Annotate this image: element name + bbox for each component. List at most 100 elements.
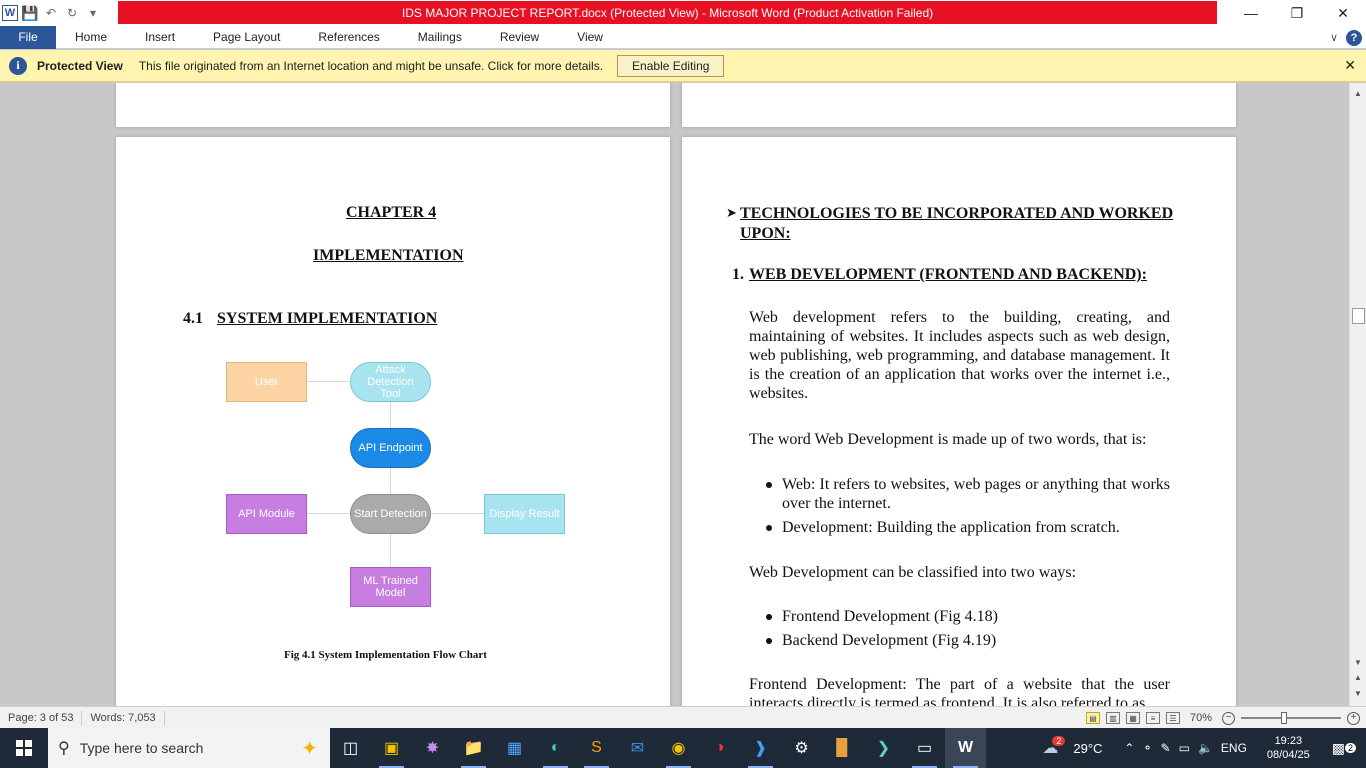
list-item: Development: Building the application fr…: [766, 518, 1170, 537]
search-icon: ⚲: [58, 740, 70, 757]
zoom-out-icon[interactable]: −: [1222, 711, 1235, 725]
document-area: CHAPTER 4 IMPLEMENTATION 4.1 SYSTEM IMPL…: [0, 83, 1349, 706]
tab-insert[interactable]: Insert: [126, 26, 194, 49]
protected-view-message[interactable]: This file originated from an Internet lo…: [139, 59, 603, 73]
protected-view-bar: i Protected View This file originated fr…: [0, 50, 1366, 82]
flow-start-detection-box: Start Detection: [350, 494, 431, 534]
tab-view[interactable]: View: [558, 26, 622, 49]
task-view-icon[interactable]: ◫: [330, 728, 371, 768]
previous-page-icon[interactable]: ▲: [1354, 673, 1362, 682]
flow-ml-model-box: ML Trained Model: [350, 567, 431, 607]
page-count[interactable]: Page: 3 of 53: [0, 710, 83, 725]
undo-icon[interactable]: ↶: [42, 4, 60, 22]
minimize-button[interactable]: —: [1228, 0, 1274, 26]
customize-qat-icon[interactable]: ▾: [84, 4, 102, 22]
edge-icon[interactable]: ◐: [535, 728, 576, 768]
pen-icon[interactable]: ✎: [1161, 741, 1171, 755]
previous-page-right: [682, 83, 1236, 127]
weather-temp[interactable]: 29°C: [1073, 741, 1102, 756]
technologies-heading: TECHNOLOGIES TO BE INCORPORATED AND WORK…: [740, 205, 1174, 242]
close-button[interactable]: ✕: [1320, 0, 1366, 26]
paragraph-1: Web development refers to the building, …: [749, 309, 1170, 402]
copilot-sparkle-icon: ✦: [301, 738, 318, 760]
connector: [306, 381, 350, 382]
draft-icon[interactable]: ☰: [1165, 712, 1180, 724]
clock-time: 19:23: [1274, 735, 1303, 747]
scroll-up-icon[interactable]: ▲: [1354, 89, 1362, 98]
previous-page-left: [116, 83, 670, 127]
zoom-level[interactable]: 70%: [1190, 712, 1212, 724]
list-item: Frontend Development (Fig 4.18): [766, 607, 1170, 626]
figure-caption: Fig 4.1 System Implementation Flow Chart: [284, 649, 487, 661]
enable-editing-button[interactable]: Enable Editing: [617, 54, 725, 77]
vertical-scrollbar[interactable]: ▲ ▼ ▲ ▼: [1349, 83, 1366, 706]
tab-mailings[interactable]: Mailings: [399, 26, 481, 49]
copilot-app-icon[interactable]: ✸: [412, 728, 453, 768]
zoom-in-icon[interactable]: +: [1347, 711, 1360, 725]
protected-view-label: Protected View: [37, 58, 123, 73]
status-bar: Page: 3 of 53 Words: 7,053 ▤ ▥ ▦ ≡ ☰ 70%…: [0, 706, 1366, 728]
connector: [390, 467, 391, 494]
taskbar-search[interactable]: ⚲ Type here to search ✦: [48, 728, 330, 768]
windows-start-button[interactable]: [0, 728, 48, 768]
outlook-icon[interactable]: ✉: [617, 728, 658, 768]
paragraph-2: The word Web Development is made up of t…: [749, 431, 1147, 448]
window-title: IDS MAJOR PROJECT REPORT.docx (Protected…: [118, 1, 1217, 24]
web-dev-heading: WEB DEVELOPMENT (FRONTEND AND BACKEND):: [749, 266, 1147, 283]
save-icon[interactable]: 💾: [21, 4, 39, 22]
file-explorer-icon[interactable]: 📁: [453, 728, 494, 768]
print-layout-icon[interactable]: ▥: [1105, 712, 1120, 724]
redo-icon[interactable]: ↻: [63, 4, 81, 22]
tab-home[interactable]: Home: [56, 26, 126, 49]
word-app-icon[interactable]: W: [2, 5, 18, 21]
connector: [390, 402, 391, 429]
network-app-icon[interactable]: ▣: [371, 728, 412, 768]
bullet-list-2: Frontend Development (Fig 4.18) Backend …: [766, 607, 1170, 655]
store-icon[interactable]: ▦: [494, 728, 535, 768]
next-page-icon[interactable]: ▼: [1354, 689, 1362, 698]
close-icon[interactable]: ✕: [1344, 57, 1356, 74]
tab-review[interactable]: Review: [481, 26, 558, 49]
clock[interactable]: 19:23 08/04/25: [1267, 734, 1310, 762]
meet-icon[interactable]: ⚬: [1142, 741, 1152, 755]
app-bars-icon[interactable]: ▉: [822, 728, 863, 768]
word-taskbar-icon[interactable]: W: [945, 728, 986, 768]
powershell-icon[interactable]: ❯: [863, 728, 904, 768]
connector: [390, 534, 391, 567]
vscode-icon[interactable]: ❱: [740, 728, 781, 768]
chevron-up-icon[interactable]: ⌃: [1124, 741, 1134, 755]
settings-gear-icon[interactable]: ⚙: [781, 728, 822, 768]
sub-number: 1.: [732, 266, 744, 283]
paragraph-4: Frontend Development: The part of a webs…: [749, 676, 1170, 706]
read-mode-icon[interactable]: ▤: [1085, 712, 1100, 724]
web-layout-icon[interactable]: ▦: [1125, 712, 1140, 724]
tab-file[interactable]: File: [0, 25, 56, 49]
volume-icon[interactable]: 🔈: [1198, 741, 1213, 755]
notification-count: 2: [1344, 743, 1356, 753]
connector: [306, 513, 350, 514]
expand-ribbon-icon[interactable]: ∨: [1330, 31, 1338, 44]
sublime-icon[interactable]: S: [576, 728, 617, 768]
word-count[interactable]: Words: 7,053: [82, 710, 165, 725]
info-icon: i: [9, 56, 27, 75]
ribbon-tabs: File Home Insert Page Layout References …: [0, 25, 1366, 49]
cloud-drive-icon[interactable]: ◑: [699, 728, 740, 768]
help-icon[interactable]: ?: [1346, 29, 1362, 46]
terminal-icon[interactable]: ▭: [904, 728, 945, 768]
zoom-slider-knob[interactable]: [1281, 712, 1287, 724]
language-indicator[interactable]: ENG: [1221, 741, 1247, 755]
flow-user-box: User: [226, 362, 307, 402]
tab-page-layout[interactable]: Page Layout: [194, 26, 299, 49]
page-right: ➤ TECHNOLOGIES TO BE INCORPORATED AND WO…: [682, 137, 1236, 706]
scroll-thumb[interactable]: [1352, 308, 1365, 324]
chrome-icon[interactable]: ◉: [658, 728, 699, 768]
outline-icon[interactable]: ≡: [1145, 712, 1160, 724]
zoom-slider[interactable]: [1241, 712, 1341, 724]
page-left: CHAPTER 4 IMPLEMENTATION 4.1 SYSTEM IMPL…: [116, 137, 670, 706]
flow-attack-tool-box: Attack Detection Tool: [350, 362, 431, 402]
tab-references[interactable]: References: [299, 26, 398, 49]
battery-icon[interactable]: ▭: [1179, 741, 1190, 755]
scroll-down-icon[interactable]: ▼: [1354, 658, 1362, 667]
notifications-icon[interactable]: ▩: [1332, 740, 1345, 757]
restore-button[interactable]: ❐: [1274, 0, 1320, 26]
